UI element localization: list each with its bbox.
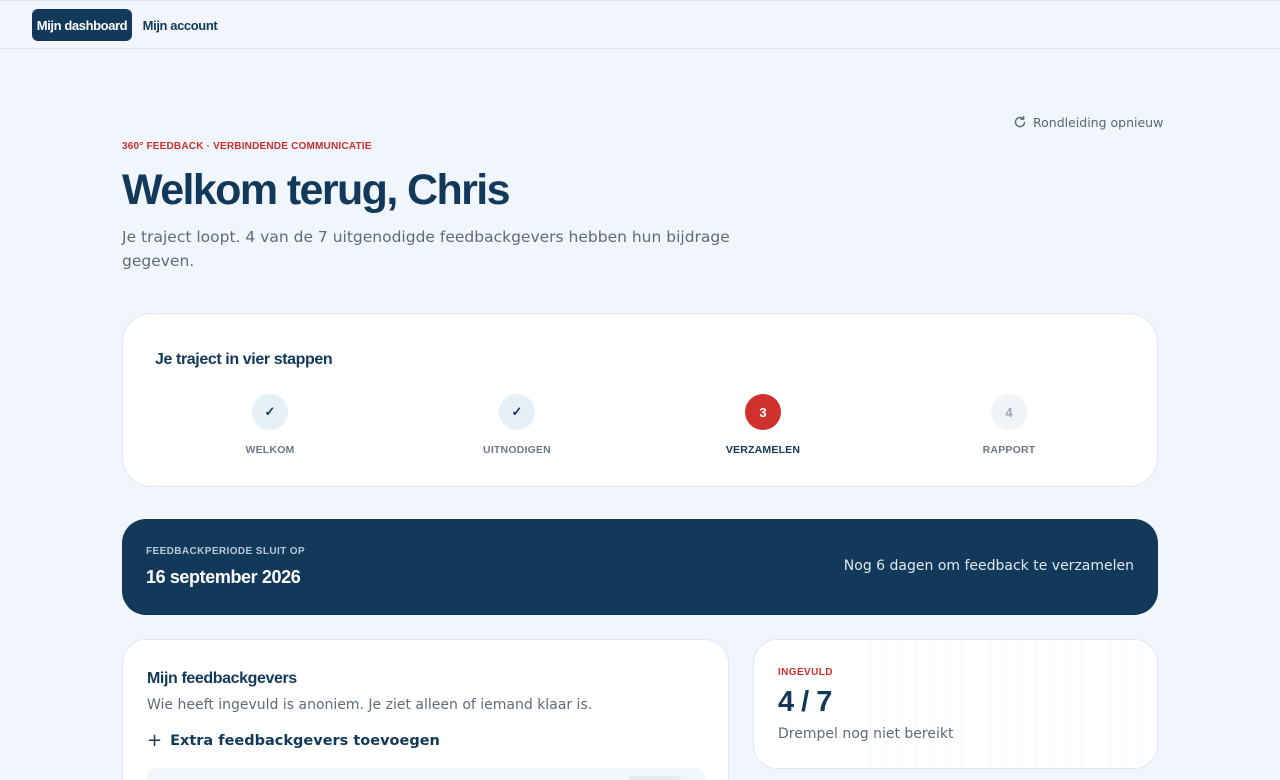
restart-tour-label: Rondleiding opnieuw (1033, 114, 1164, 130)
completed-label: INGEVULD (778, 667, 833, 678)
page-eyebrow: 360° FEEDBACK · VERBINDENDE COMMUNICATIE (122, 141, 372, 152)
deadline-banner: FEEDBACKPERIODE SLUIT OP 16 september 20… (122, 519, 1158, 615)
step-check-icon: ✓ (252, 394, 288, 430)
page-subtitle: Je traject loopt. 4 van de 7 uitgenodigd… (122, 228, 730, 270)
nav-account-button[interactable]: Mijn account (140, 9, 220, 41)
status-badge (627, 776, 683, 780)
top-navigation: Mijn dashboard Mijn account (0, 0, 1280, 49)
step-verzamelen: 3 VERZAMELEN (683, 394, 843, 456)
completed-stat-card: INGEVULD 4 / 7 Drempel nog niet bereikt (753, 639, 1158, 769)
feedback-givers-card: Mijn feedbackgevers Wie heeft ingevuld i… (122, 639, 729, 780)
add-feedback-givers-button[interactable]: + Extra feedbackgevers toevoegen (147, 730, 440, 751)
steps-card: Je traject in vier stappen ✓ WELKOM ✓ UI… (122, 313, 1158, 487)
refresh-icon (1014, 115, 1026, 128)
decorative-pattern (857, 640, 1157, 768)
list-item (147, 768, 705, 780)
step-label: VERZAMELEN (725, 444, 801, 456)
completed-count: 4 / 7 (778, 686, 832, 718)
page-title: Welkom terug, Chris (122, 166, 511, 214)
nav-dashboard-button[interactable]: Mijn dashboard (32, 9, 132, 41)
step-label: WELKOM (245, 444, 295, 456)
step-welkom: ✓ WELKOM (190, 394, 350, 456)
deadline-label: FEEDBACKPERIODE SLUIT OP (146, 546, 306, 557)
restart-tour-link[interactable]: Rondleiding opnieuw (1013, 113, 1163, 131)
days-remaining-note: Nog 6 dagen om feedback te verzamelen (843, 558, 1134, 574)
step-check-icon: ✓ (499, 394, 535, 430)
plus-icon: + (147, 730, 163, 751)
feedback-givers-title: Mijn feedbackgevers (147, 670, 297, 687)
threshold-note: Drempel nog niet bereikt (778, 726, 954, 742)
steps-title: Je traject in vier stappen (155, 351, 333, 368)
step-number: 4 (991, 394, 1027, 430)
step-label: RAPPORT (982, 444, 1036, 456)
step-number: 3 (745, 394, 781, 430)
step-label: UITNODIGEN (483, 444, 551, 456)
feedback-givers-description: Wie heeft ingevuld is anoniem. Je ziet a… (147, 697, 593, 713)
step-rapport: 4 RAPPORT (929, 394, 1089, 456)
step-uitnodigen: ✓ UITNODIGEN (437, 394, 597, 456)
deadline-date: 16 september 2026 (146, 567, 301, 587)
add-feedback-givers-label: Extra feedbackgevers toevoegen (170, 733, 440, 749)
